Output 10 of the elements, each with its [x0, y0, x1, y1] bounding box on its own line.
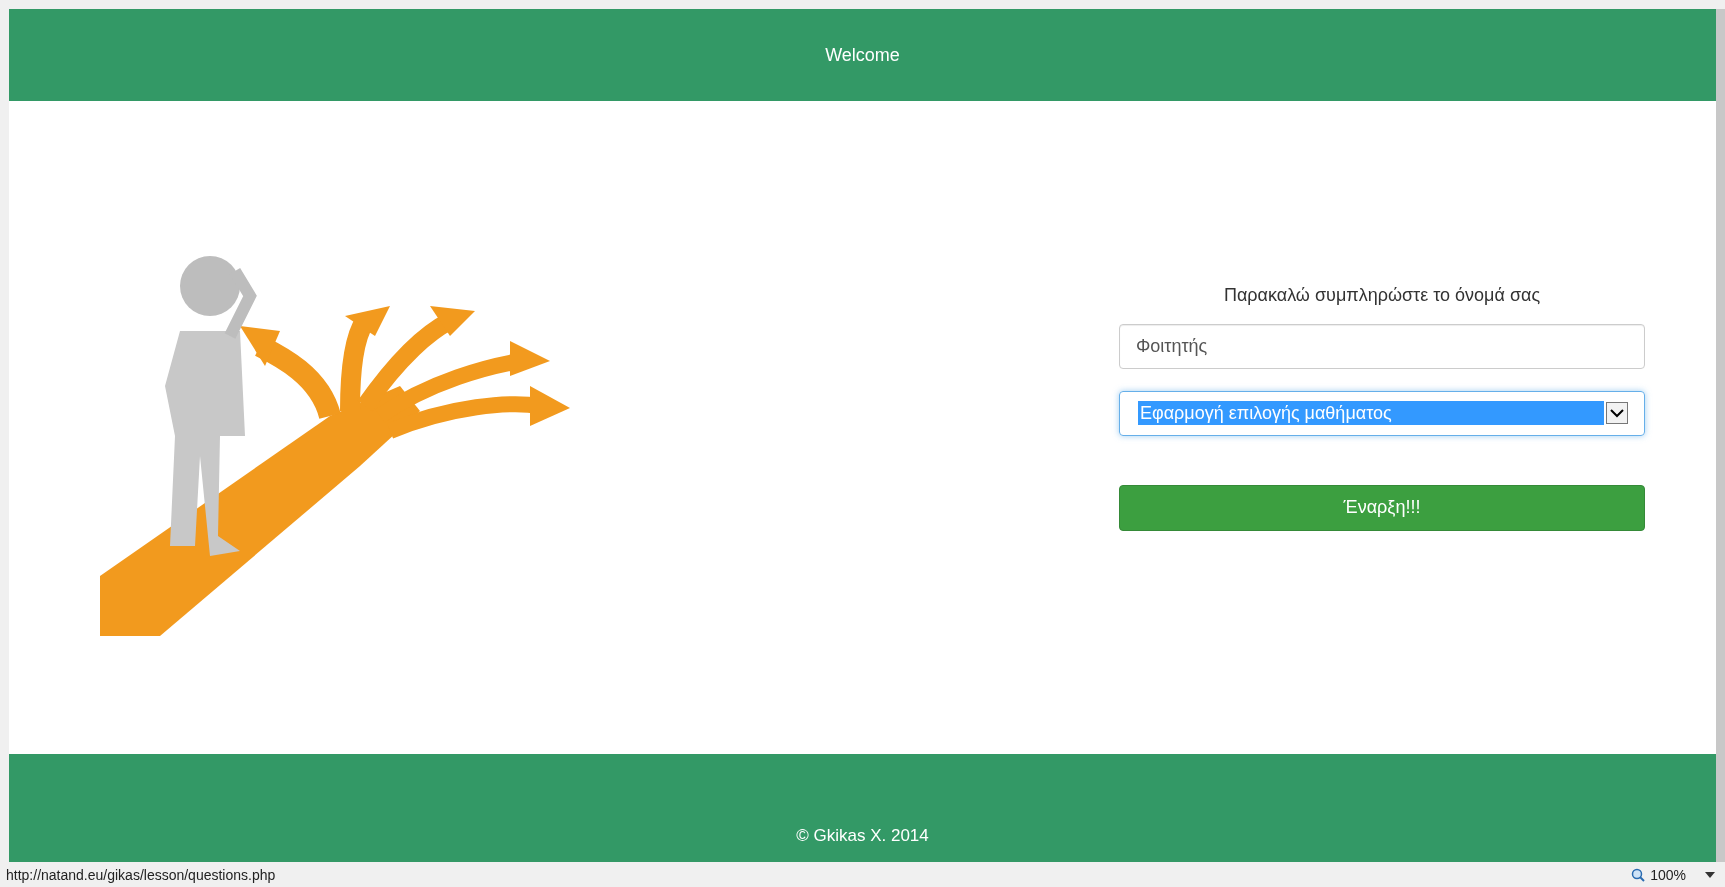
copyright-text: © Gkikas X. 2014	[796, 826, 929, 846]
scrollbar[interactable]	[1716, 9, 1725, 862]
dropdown-arrow-icon[interactable]	[1705, 871, 1715, 878]
caret-icon	[1606, 402, 1628, 424]
zoom-level[interactable]: 100%	[1650, 866, 1686, 883]
page-title: Welcome	[825, 44, 900, 66]
zoom-icon	[1631, 867, 1646, 882]
name-prompt: Παρακαλώ συμπληρώστε το όνομά σας	[1223, 284, 1541, 306]
name-input-field[interactable]: Φοιτητής	[1119, 323, 1645, 369]
status-url: http://natand.eu/gikas/lesson/questions.php	[6, 866, 276, 883]
